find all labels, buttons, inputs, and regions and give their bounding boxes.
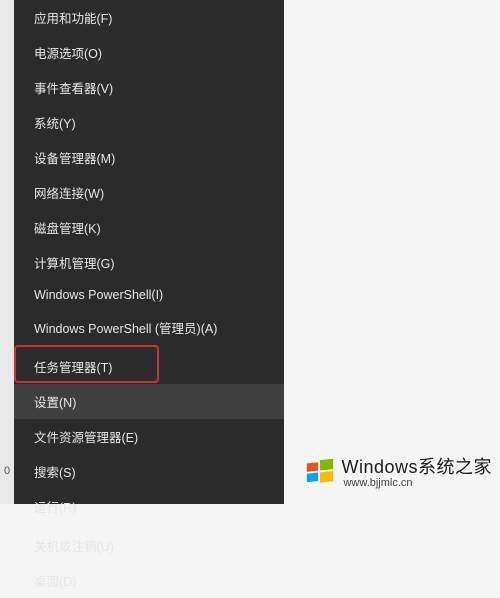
watermark-brand: Windows系统之家 bbox=[341, 457, 492, 478]
menu-item-计算机管理-g-[interactable]: 计算机管理(G) bbox=[14, 245, 284, 280]
menu-item-关机或注销-u-[interactable]: 关机或注销(U) bbox=[14, 528, 284, 563]
left-gutter: 0 bbox=[0, 0, 14, 504]
menu-item-设备管理器-m-[interactable]: 设备管理器(M) bbox=[14, 140, 284, 175]
menu-item-文件资源管理器-e-[interactable]: 文件资源管理器(E) bbox=[14, 419, 284, 454]
menu-item-设置-n-[interactable]: 设置(N) bbox=[14, 384, 284, 419]
winx-context-menu: 应用和功能(F)电源选项(O)事件查看器(V)系统(Y)设备管理器(M)网络连接… bbox=[14, 0, 284, 504]
menu-item-windows-powershell-i-[interactable]: Windows PowerShell(I) bbox=[14, 280, 284, 310]
menu-item-windows-powershell-管理员-a-[interactable]: Windows PowerShell (管理员)(A) bbox=[14, 310, 284, 345]
menu-item-磁盘管理-k-[interactable]: 磁盘管理(K) bbox=[14, 210, 284, 245]
menu-item-桌面-d-[interactable]: 桌面(D) bbox=[14, 563, 284, 598]
menu-item-任务管理器-t-[interactable]: 任务管理器(T) bbox=[14, 349, 284, 384]
menu-item-运行-r-[interactable]: 运行(R) bbox=[14, 489, 284, 524]
menu-item-系统-y-[interactable]: 系统(Y) bbox=[14, 105, 284, 140]
gutter-zero: 0 bbox=[4, 465, 10, 477]
menu-item-电源选项-o-[interactable]: 电源选项(O) bbox=[14, 35, 284, 70]
windows-logo-icon bbox=[305, 458, 335, 488]
menu-item-搜索-s-[interactable]: 搜索(S) bbox=[14, 454, 284, 489]
menu-item-应用和功能-f-[interactable]: 应用和功能(F) bbox=[14, 0, 284, 35]
menu-item-网络连接-w-[interactable]: 网络连接(W) bbox=[14, 175, 284, 210]
menu-item-事件查看器-v-[interactable]: 事件查看器(V) bbox=[14, 70, 284, 105]
watermark: Windows系统之家 www.bjjmlc.cn bbox=[305, 457, 492, 490]
watermark-url: www.bjjmlc.cn bbox=[343, 477, 492, 490]
